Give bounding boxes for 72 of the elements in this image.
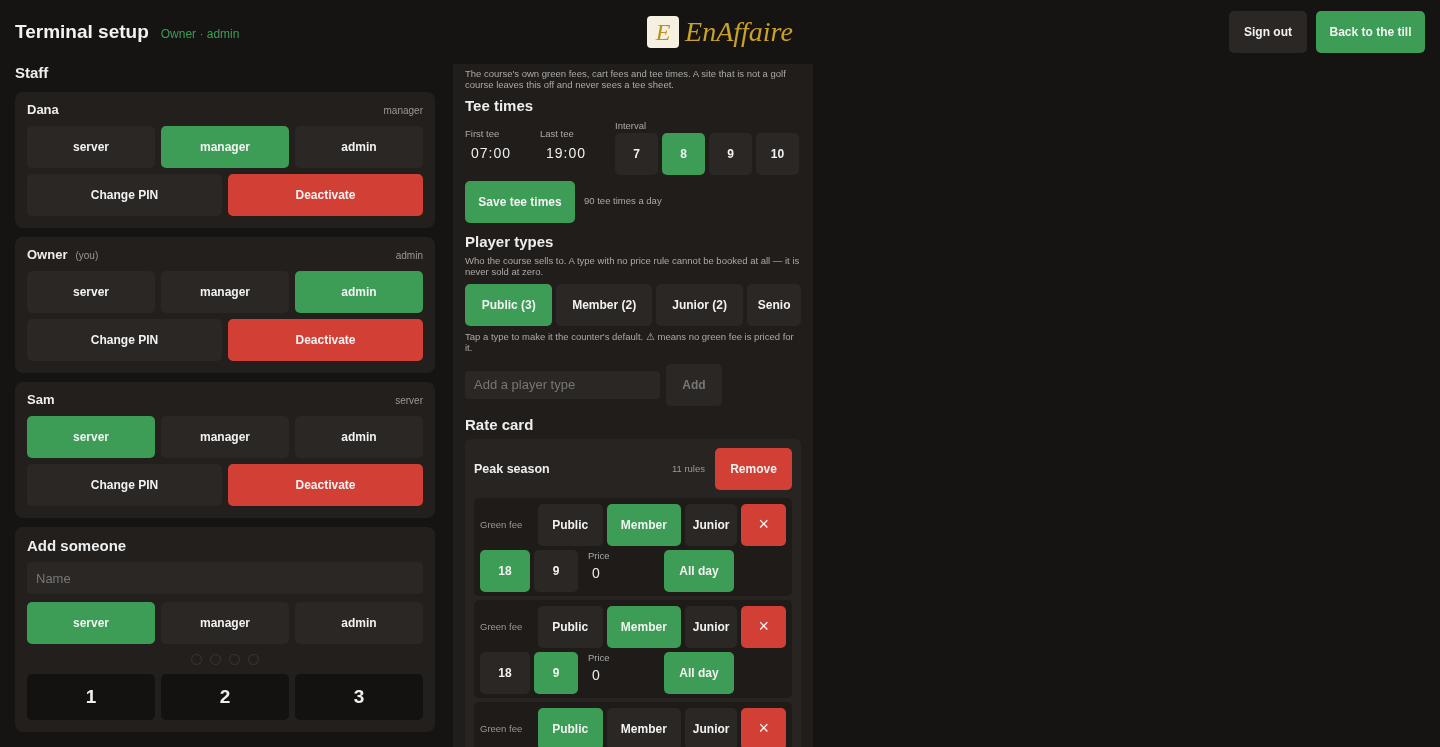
staff-name: Owner [27, 247, 68, 262]
hint-text: Tap a type to make it the counter's default. ⚠ means no green fee is priced for it. [465, 331, 795, 354]
name-field[interactable]: Name [27, 562, 423, 594]
player-type-option[interactable]: Junior [685, 605, 738, 648]
rule-count: 11 rules [671, 463, 705, 475]
you-note: (you) [75, 250, 99, 261]
delete-rule-button[interactable]: × [741, 605, 786, 648]
staff-role: manager [383, 105, 423, 116]
price-field[interactable]: 0 [588, 666, 660, 683]
user-role-label: Owner · admin [160, 27, 240, 41]
role-option[interactable]: admin [295, 126, 423, 168]
player-type-option[interactable]: Member (2) [556, 283, 652, 326]
remove-button[interactable]: Remove [715, 447, 792, 490]
role-option[interactable]: manager [161, 416, 289, 458]
last-tee-field[interactable]: 19:00 [540, 144, 615, 161]
rule-label: Green fee [480, 723, 524, 735]
sign-out-button[interactable]: Sign out [1229, 11, 1307, 53]
interval-option[interactable]: 10 [756, 132, 799, 175]
change-pin-button[interactable]: Change PIN [27, 319, 222, 361]
first-tee-field[interactable]: 07:00 [465, 144, 540, 161]
section-heading: Rate card [465, 415, 535, 433]
role-option[interactable]: admin [295, 416, 423, 458]
price-field[interactable]: 0 [588, 564, 660, 581]
deactivate-button[interactable]: Deactivate [228, 174, 423, 216]
player-type-option[interactable]: Junior [685, 503, 738, 546]
player-type-option[interactable]: Member [606, 707, 681, 747]
holes-option[interactable]: 18 [480, 651, 530, 694]
role-option[interactable]: manager [161, 602, 289, 644]
section-heading: Player types [465, 232, 555, 250]
logo-wordmark: EnAffaire [685, 16, 793, 48]
role-option[interactable]: server [27, 126, 155, 168]
player-type-option[interactable]: Junior [685, 707, 738, 747]
change-pin-button[interactable]: Change PIN [27, 174, 222, 216]
staff-role: server [395, 395, 423, 406]
card-heading: Add someone [27, 537, 128, 554]
staff-name: Sam [27, 392, 55, 407]
staff-role: admin [395, 250, 423, 261]
role-option[interactable]: manager [161, 271, 289, 313]
field-label: First tee [465, 127, 501, 139]
keypad-key[interactable]: 1 [27, 674, 155, 720]
field-label: Last tee [540, 127, 575, 139]
section-heading: Staff [15, 64, 50, 82]
player-type-option[interactable]: Senio [747, 283, 801, 326]
tee-times-summary: 90 tee times a day [584, 196, 662, 208]
field-label: Price [588, 651, 611, 663]
panel-description: The course's own green fees, cart fees and tee times. A site that is not a golf course leaves this off and never sees a tee sheet. [465, 69, 787, 91]
deactivate-button[interactable]: Deactivate [228, 319, 423, 361]
rule-label: Green fee [480, 519, 524, 531]
holes-option[interactable]: 9 [534, 549, 578, 592]
role-option[interactable]: admin [295, 602, 423, 644]
role-option[interactable]: server [27, 271, 155, 313]
keypad-key[interactable]: 2 [161, 674, 289, 720]
keypad-key[interactable]: 3 [295, 674, 423, 720]
section-description: Who the course sells to. A type with no price rule cannot be booked at all — it is never sold at zero. [465, 255, 801, 278]
change-pin-button[interactable]: Change PIN [27, 464, 222, 506]
field-label: Price [588, 549, 611, 561]
interval-option[interactable]: 9 [709, 132, 752, 175]
logo-icon: E [647, 16, 680, 48]
page-title: Terminal setup [15, 21, 149, 43]
staff-name: Dana [27, 102, 59, 117]
field-label: Interval [615, 119, 648, 131]
deactivate-button[interactable]: Deactivate [228, 464, 423, 506]
rule-label: Green fee [480, 621, 524, 633]
section-heading: Tee times [465, 96, 535, 114]
player-type-field[interactable]: Add a player type [465, 370, 660, 399]
delete-rule-button[interactable]: × [741, 503, 786, 546]
interval-option[interactable]: 7 [615, 132, 658, 175]
season-name: Peak season [474, 461, 550, 476]
player-type-option[interactable]: Public [537, 503, 603, 546]
player-type-option[interactable]: Junior (2) [655, 283, 744, 326]
player-type-option[interactable]: Public [537, 605, 603, 648]
delete-rule-button[interactable]: × [741, 707, 786, 747]
